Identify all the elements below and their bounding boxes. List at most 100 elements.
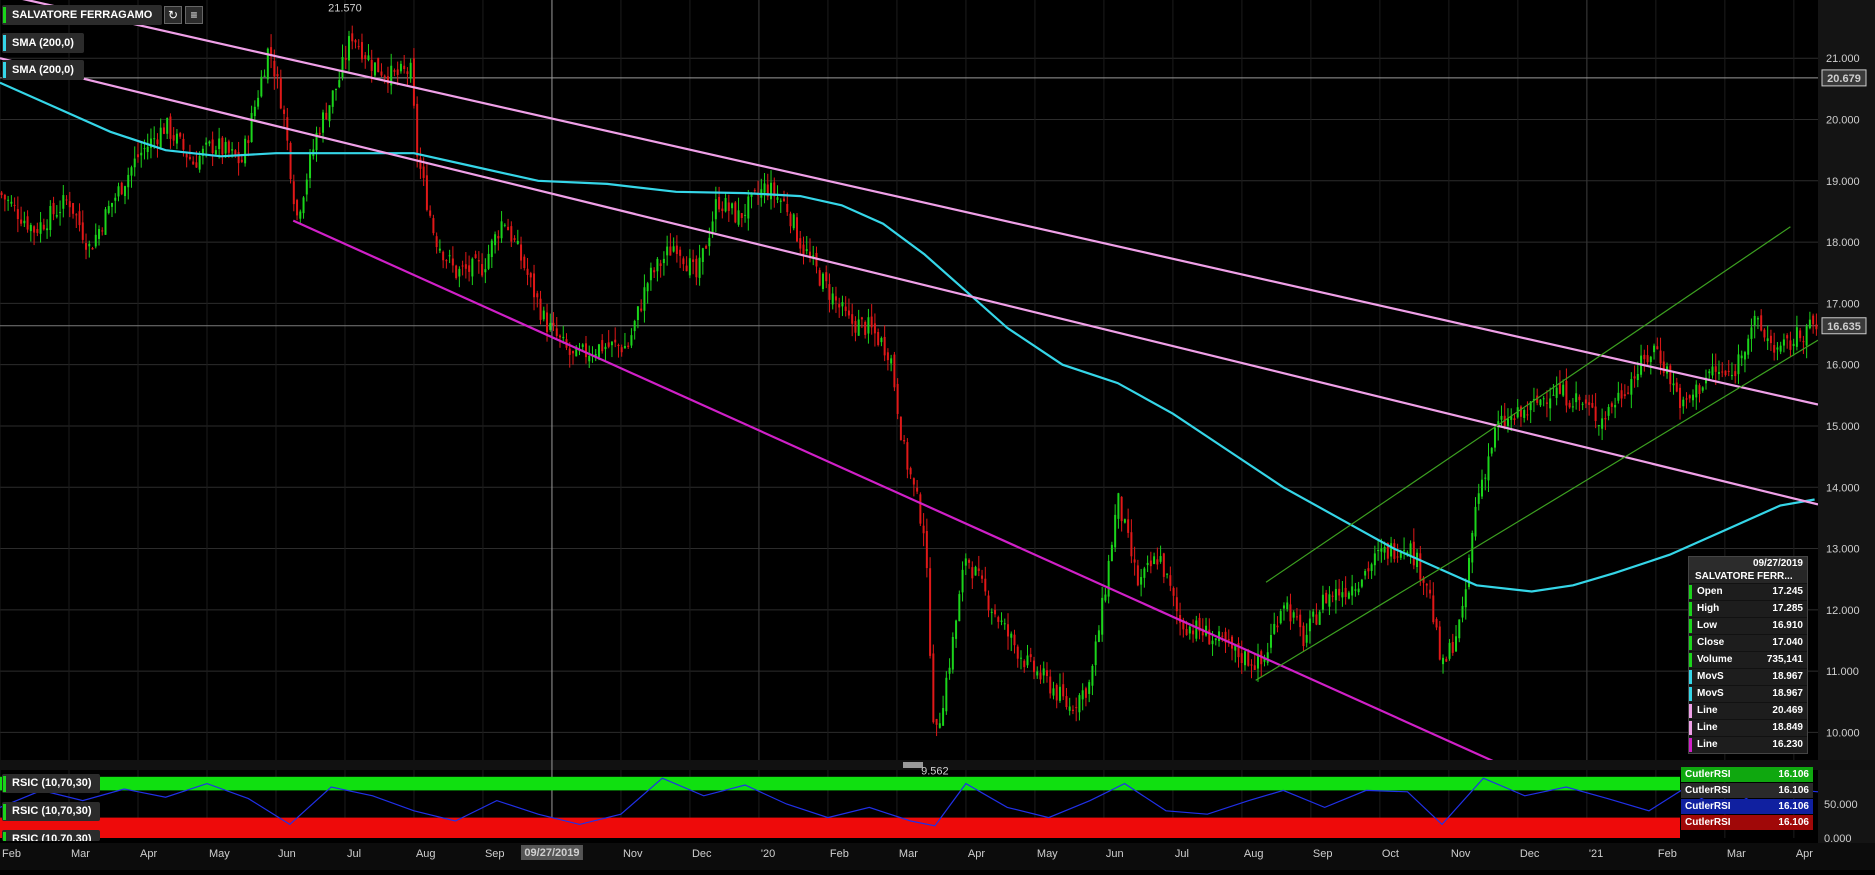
candle-body bbox=[1331, 595, 1334, 597]
candle-body bbox=[231, 149, 234, 151]
candle-body bbox=[1549, 398, 1552, 409]
candle-body bbox=[1594, 406, 1597, 422]
rsi-label: RSIC (10,70,30) bbox=[12, 805, 92, 817]
candle-body bbox=[1568, 402, 1571, 408]
candle-body bbox=[1630, 379, 1633, 395]
candle-body bbox=[62, 195, 65, 209]
data-window-row: Line 20.469 bbox=[1689, 702, 1807, 719]
row-key: Line bbox=[1697, 722, 1718, 733]
candle-body bbox=[763, 183, 766, 193]
candle-body bbox=[36, 229, 39, 233]
candle-body bbox=[1792, 343, 1795, 347]
candle-body bbox=[718, 196, 721, 210]
candle-body bbox=[172, 135, 175, 141]
candle-body bbox=[847, 310, 850, 316]
candle-body bbox=[507, 226, 510, 231]
candle-body bbox=[886, 352, 889, 361]
candle-body bbox=[1221, 635, 1224, 637]
rsi-value: 16.106 bbox=[1778, 785, 1809, 796]
candle-body bbox=[1097, 630, 1100, 642]
rsi-value: 16.106 bbox=[1778, 817, 1809, 828]
candle-body bbox=[396, 69, 399, 75]
candle-body bbox=[588, 355, 591, 362]
candle-body bbox=[16, 209, 19, 220]
candle-body bbox=[1351, 586, 1354, 596]
candle-body bbox=[360, 42, 363, 60]
candle-body bbox=[513, 238, 516, 241]
candle-body bbox=[33, 226, 36, 233]
candle-body bbox=[546, 312, 549, 333]
candle-body bbox=[1240, 653, 1243, 664]
candle-body bbox=[10, 201, 13, 204]
candle-body bbox=[1747, 338, 1750, 355]
rsi-tag-2[interactable]: RSIC (10,70,30) bbox=[2, 802, 100, 821]
candle-body bbox=[994, 609, 997, 615]
candle-body bbox=[779, 200, 782, 202]
candle-body bbox=[1347, 592, 1350, 599]
candle-body bbox=[302, 197, 305, 214]
candle-body bbox=[1244, 651, 1247, 666]
candle-body bbox=[617, 344, 620, 346]
candle-body bbox=[568, 348, 571, 355]
candle-body bbox=[1068, 706, 1071, 711]
candle-body bbox=[1325, 592, 1328, 604]
time-tick-label: Jul bbox=[347, 848, 361, 860]
candle-body bbox=[968, 559, 971, 563]
row-key: Volume bbox=[1697, 654, 1733, 665]
candle-body bbox=[747, 196, 750, 219]
row-color-swatch bbox=[1689, 636, 1692, 650]
candle-body bbox=[474, 254, 477, 259]
candle-body bbox=[1588, 402, 1591, 405]
row-color-swatch bbox=[1689, 653, 1692, 667]
rsi-tag-1[interactable]: RSIC (10,70,30) bbox=[2, 774, 100, 793]
candle-body bbox=[1672, 383, 1675, 386]
candle-body bbox=[870, 316, 873, 328]
refresh-icon[interactable]: ↻ bbox=[164, 6, 182, 24]
candle-body bbox=[85, 243, 88, 250]
candle-body bbox=[669, 246, 672, 256]
rsi-tag-3[interactable]: RSIC (10,70,30) bbox=[2, 830, 100, 841]
candle-body bbox=[1679, 387, 1682, 409]
candle-body bbox=[786, 203, 789, 213]
candle-body bbox=[1558, 383, 1561, 394]
row-key: MovS bbox=[1697, 671, 1724, 682]
rsi-tick-label: 50.000 bbox=[1824, 799, 1858, 811]
candle-body bbox=[1065, 696, 1068, 708]
candle-body bbox=[1432, 595, 1435, 623]
candle-body bbox=[1636, 374, 1639, 381]
candle-body bbox=[1789, 340, 1792, 350]
row-value: 735,141 bbox=[1766, 654, 1803, 665]
candle-body bbox=[127, 174, 130, 188]
rsi-value-row: CutlerRSI 16.106 bbox=[1681, 783, 1813, 798]
ruler-icon[interactable]: ≡ bbox=[185, 6, 203, 24]
candle-body bbox=[1344, 587, 1347, 597]
candle-body bbox=[198, 155, 201, 170]
splitter-grip-icon bbox=[903, 762, 923, 768]
time-tick-label: Dec bbox=[692, 848, 712, 860]
candle-body bbox=[942, 708, 945, 726]
instrument-tag[interactable]: SALVATORE FERRAGAMO bbox=[2, 5, 162, 25]
candle-body bbox=[335, 88, 338, 91]
candle-body bbox=[1081, 690, 1084, 700]
candle-body bbox=[422, 166, 425, 178]
candle-body bbox=[1266, 652, 1269, 663]
row-color-swatch bbox=[1689, 738, 1692, 752]
chart-area[interactable]: 21.000 20.000 19.000 18.000 17.000 16.000 15.0… bbox=[0, 0, 1875, 870]
candle-body bbox=[338, 80, 341, 88]
sma-tag-2[interactable]: SMA (200,0) bbox=[2, 60, 84, 80]
candle-body bbox=[409, 62, 412, 79]
candle-body bbox=[1104, 594, 1107, 601]
sma-tag-1[interactable]: SMA (200,0) bbox=[2, 33, 84, 53]
candle-body bbox=[533, 273, 536, 298]
price-chart-svg[interactable]: 21.000 20.000 19.000 18.000 17.000 16.000 15.0… bbox=[0, 0, 1875, 870]
candle-body bbox=[1464, 589, 1467, 608]
candle-body bbox=[344, 58, 347, 60]
candle-body bbox=[1506, 418, 1509, 426]
row-value: 20.469 bbox=[1772, 705, 1803, 716]
candle-body bbox=[373, 62, 376, 76]
candle-body bbox=[1523, 410, 1526, 418]
rsi-value-row: CutlerRSI 16.106 bbox=[1681, 815, 1813, 830]
candle-body bbox=[159, 127, 162, 148]
candle-body bbox=[451, 258, 454, 266]
candle-body bbox=[1367, 568, 1370, 572]
